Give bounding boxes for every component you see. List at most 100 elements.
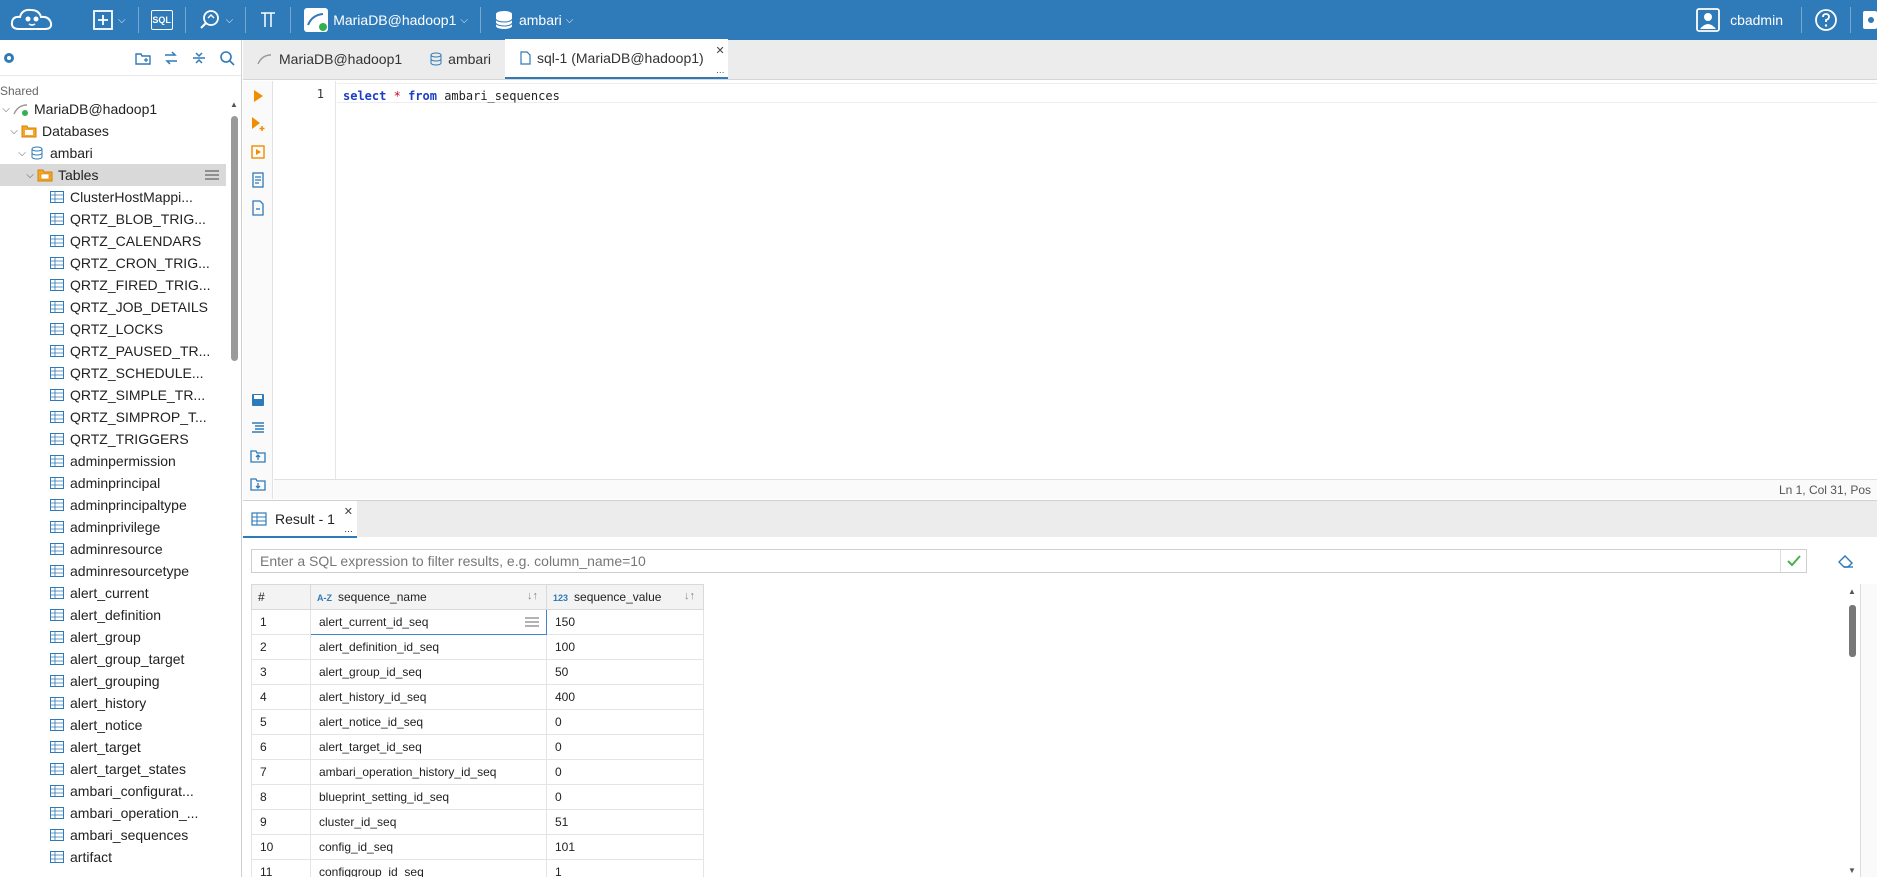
row-number[interactable]: 8 <box>251 784 311 810</box>
row-number[interactable]: 7 <box>251 759 311 785</box>
link-with-editor-icon[interactable] <box>162 49 180 67</box>
row-number[interactable]: 10 <box>251 834 311 860</box>
transactions-button[interactable] <box>250 0 286 40</box>
cell-sequence-value[interactable]: 51 <box>546 809 704 835</box>
row-number[interactable]: 11 <box>251 859 311 877</box>
table-row[interactable]: 5 alert_notice_id_seq 0 <box>251 709 704 735</box>
scroll-down-icon[interactable]: ▼ <box>1848 866 1856 875</box>
tree-node-table[interactable]: QRTZ_TRIGGERS <box>0 428 226 450</box>
database-selector[interactable]: ambari ⌵ <box>485 0 581 40</box>
node-menu-icon[interactable] <box>204 168 220 184</box>
tree-node-schema[interactable]: ⌵ ambari <box>0 142 226 164</box>
cell-sequence-value[interactable]: 50 <box>546 659 704 685</box>
cell-sequence-name[interactable]: config_id_seq <box>310 834 547 860</box>
table-row[interactable]: 2 alert_definition_id_seq 100 <box>251 634 704 660</box>
tree-node-tables[interactable]: ⌵ Tables <box>0 164 226 186</box>
tree-node-table[interactable]: ambari_operation_... <box>0 802 226 824</box>
table-row[interactable]: 8 blueprint_setting_id_seq 0 <box>251 784 704 810</box>
cell-sequence-name[interactable]: alert_notice_id_seq <box>310 709 547 735</box>
tree-node-table[interactable]: alert_target_states <box>0 758 226 780</box>
cloudbeaver-logo[interactable] <box>0 0 64 40</box>
tree-node-table[interactable]: alert_group <box>0 626 226 648</box>
tree-node-table[interactable]: adminprivilege <box>0 516 226 538</box>
tree-node-table[interactable]: QRTZ_PAUSED_TR... <box>0 340 226 362</box>
tree-node-table[interactable]: QRTZ_LOCKS <box>0 318 226 340</box>
cell-sequence-name[interactable]: ambari_operation_history_id_seq <box>310 759 547 785</box>
cell-sequence-value[interactable]: 0 <box>546 759 704 785</box>
chevron-down-icon[interactable]: ⌵ <box>16 148 28 159</box>
cell-sequence-value[interactable]: 0 <box>546 784 704 810</box>
table-row[interactable]: 10 config_id_seq 101 <box>251 834 704 860</box>
sort-icon[interactable]: ↓↑ <box>684 590 695 602</box>
execute-statement-icon[interactable] <box>249 87 267 105</box>
close-icon[interactable]: ✕ <box>344 505 353 518</box>
save-script-icon[interactable] <box>249 391 267 409</box>
check-icon[interactable] <box>1780 550 1806 572</box>
eraser-icon[interactable] <box>1837 553 1855 571</box>
column-header[interactable]: A-Z sequence_name ↓↑ <box>310 584 547 610</box>
tree-node-table[interactable]: alert_definition <box>0 604 226 626</box>
cell-sequence-name[interactable]: blueprint_setting_id_seq <box>310 784 547 810</box>
scrollbar-thumb[interactable] <box>1849 605 1856 657</box>
settings-button[interactable] <box>1855 0 1877 40</box>
tab-database[interactable]: ambari <box>416 39 505 79</box>
explain-plan-icon[interactable] <box>249 171 267 189</box>
tree-node-table[interactable]: QRTZ_BLOB_TRIG... <box>0 208 226 230</box>
tree-node-table[interactable]: adminpermission <box>0 450 226 472</box>
tree-node-table[interactable]: ambari_sequences <box>0 824 226 846</box>
table-row[interactable]: 9 cluster_id_seq 51 <box>251 809 704 835</box>
connection-selector[interactable]: MariaDB@hadoop1 ⌵ <box>295 0 476 40</box>
sort-icon[interactable]: ↓↑ <box>527 590 538 602</box>
row-number[interactable]: 4 <box>251 684 311 710</box>
tab-result-1[interactable]: Result - 1 ✕ … <box>243 501 357 538</box>
cell-sequence-value[interactable]: 100 <box>546 634 704 660</box>
format-sql-icon[interactable] <box>249 419 267 437</box>
row-number[interactable]: 6 <box>251 734 311 760</box>
tree-node-table[interactable]: alert_notice <box>0 714 226 736</box>
cell-sequence-value[interactable]: 1 <box>546 859 704 877</box>
scroll-up-icon[interactable]: ▲ <box>230 100 238 109</box>
upload-script-icon[interactable] <box>249 447 267 465</box>
cell-sequence-name[interactable]: cluster_id_seq <box>310 809 547 835</box>
cell-sequence-name[interactable]: alert_target_id_seq <box>310 734 547 760</box>
tree-node-table[interactable]: adminresource <box>0 538 226 560</box>
tree-node-databases[interactable]: ⌵ Databases <box>0 120 226 142</box>
row-number[interactable]: 3 <box>251 659 311 685</box>
tree-node-table[interactable]: ClusterHostMappi... <box>0 186 226 208</box>
tree-node-table[interactable]: QRTZ_SIMPROP_T... <box>0 406 226 428</box>
cell-sequence-value[interactable]: 400 <box>546 684 704 710</box>
show-output-icon[interactable] <box>249 199 267 217</box>
more-icon[interactable]: … <box>716 65 725 75</box>
cell-sequence-value[interactable]: 0 <box>546 709 704 735</box>
cell-menu-icon[interactable] <box>524 616 540 630</box>
cell-sequence-name[interactable]: alert_history_id_seq <box>310 684 547 710</box>
value-panel-toggle[interactable] <box>1860 584 1877 877</box>
download-script-icon[interactable] <box>249 475 267 493</box>
cell-sequence-name[interactable]: configgroup_id_seq <box>310 859 547 877</box>
tree-node-table[interactable]: QRTZ_JOB_DETAILS <box>0 296 226 318</box>
more-icon[interactable]: … <box>344 524 353 534</box>
column-header[interactable]: # <box>251 584 311 610</box>
sql-editor-button[interactable]: SQL <box>143 0 181 40</box>
settings-gear-icon[interactable] <box>0 49 18 67</box>
tree-node-connection[interactable]: ⌵ MariaDB@hadoop1 <box>0 98 226 120</box>
tree-node-table[interactable]: QRTZ_FIRED_TRIG... <box>0 274 226 296</box>
result-scrollbar[interactable]: ▲ ▼ <box>1847 585 1857 877</box>
navigator-scrollbar[interactable]: ▲ <box>229 98 239 877</box>
filter-search-icon[interactable] <box>218 49 236 67</box>
tree-node-table[interactable]: alert_target <box>0 736 226 758</box>
user-menu[interactable]: cbadmin <box>1688 0 1797 40</box>
table-row[interactable]: 4 alert_history_id_seq 400 <box>251 684 704 710</box>
table-row[interactable]: 1 alert_current_id_seq 150 <box>251 609 704 635</box>
new-connection-button[interactable]: ⌵ <box>84 0 134 40</box>
scrollbar-thumb[interactable] <box>231 116 238 361</box>
tree-node-table[interactable]: QRTZ_SCHEDULE... <box>0 362 226 384</box>
column-header[interactable]: 123 sequence_value ↓↑ <box>546 584 704 610</box>
row-number[interactable]: 5 <box>251 709 311 735</box>
tree-node-table[interactable]: QRTZ_SIMPLE_TR... <box>0 384 226 406</box>
tree-node-table[interactable]: artifact <box>0 846 226 868</box>
new-folder-icon[interactable] <box>134 49 152 67</box>
tree-node-table[interactable]: alert_grouping <box>0 670 226 692</box>
row-number[interactable]: 9 <box>251 809 311 835</box>
filter-input[interactable] <box>252 550 1780 572</box>
